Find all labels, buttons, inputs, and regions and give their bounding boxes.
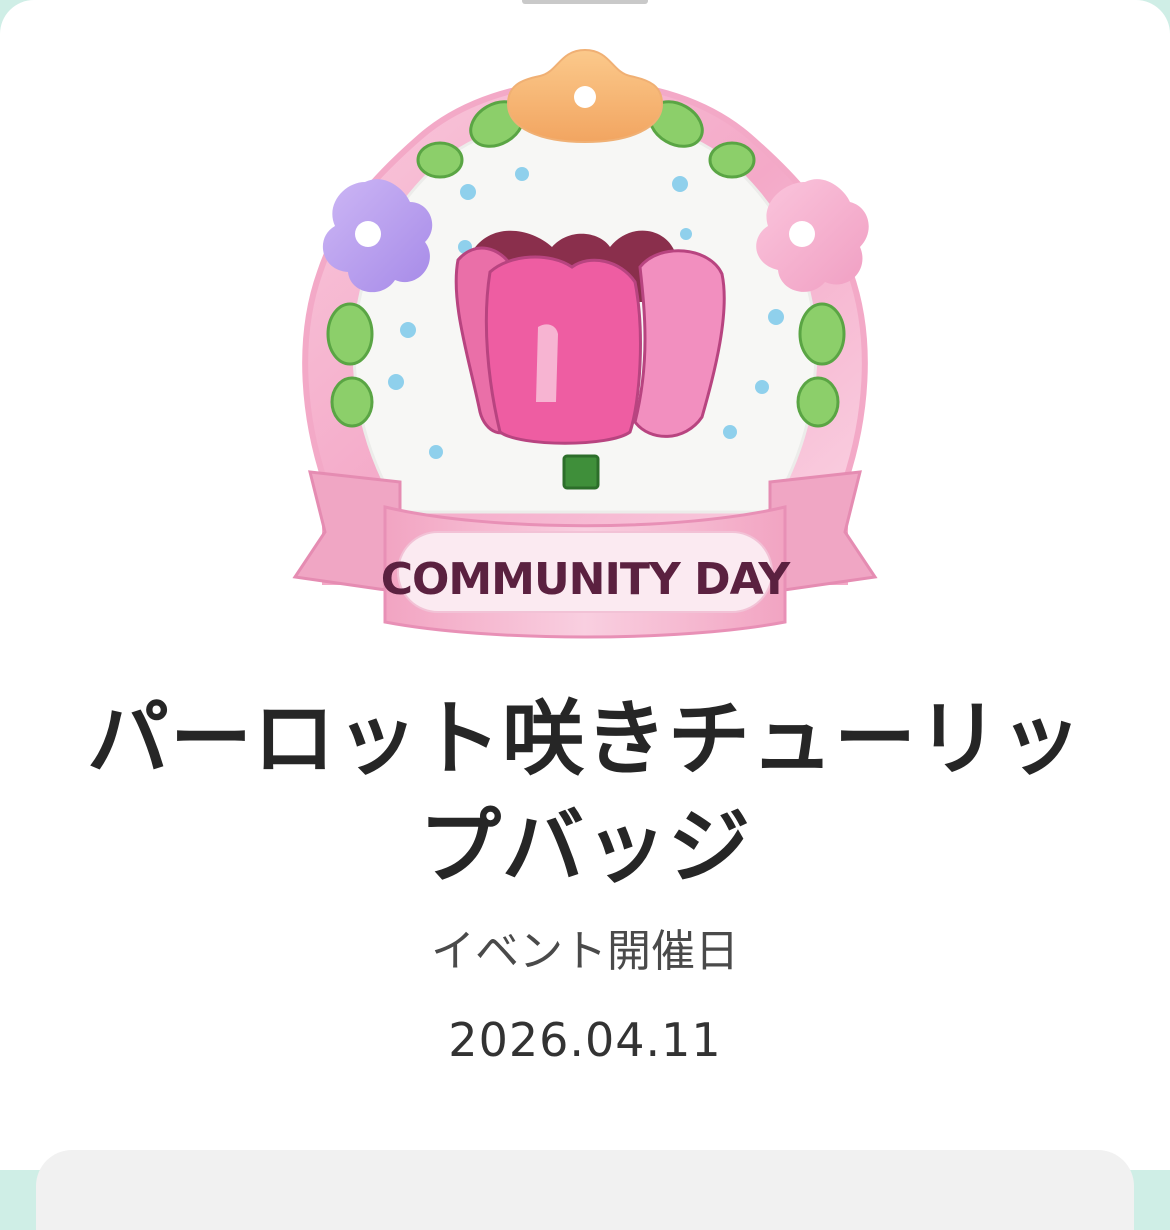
badge-title-line-2: プバッジ [418, 800, 751, 895]
modal-sheet: COMMUNITY DAY パーロット咲きチューリッ プバッジ イベント開催日 … [0, 0, 1170, 1230]
event-date-label: イベント開催日 [431, 926, 739, 977]
event-date-value: 2026.04.11 [448, 1013, 722, 1067]
badge-title-line-1: パーロット咲きチューリッ [86, 692, 1083, 787]
badge-title: パーロット咲きチューリッ プバッジ [60, 686, 1110, 902]
sheet-grabber-handle[interactable] [522, 0, 648, 4]
bottom-card [36, 1150, 1134, 1230]
badge-ribbon-text: COMMUNITY DAY [381, 554, 792, 605]
tulip-badge-image: COMMUNITY DAY [290, 42, 880, 672]
